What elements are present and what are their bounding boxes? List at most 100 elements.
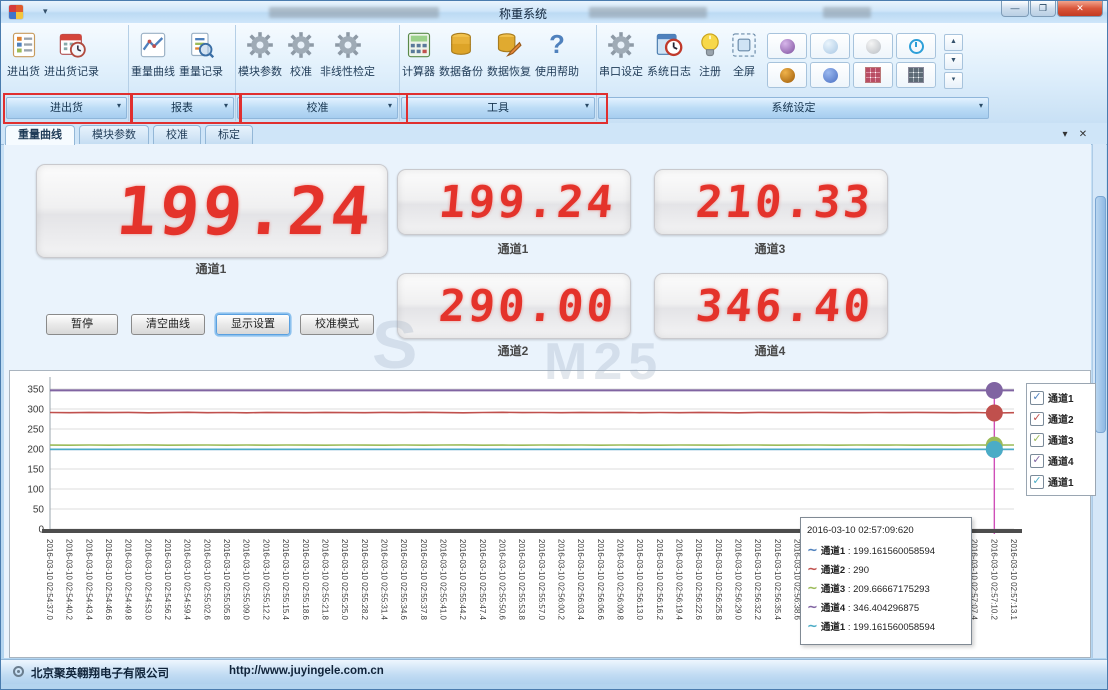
legend-item-ch2[interactable]: ✓通道2 [1030, 408, 1092, 429]
button-calibrate[interactable]: 校准 [284, 28, 318, 96]
button-goods-inout[interactable]: 进出货 [5, 28, 42, 96]
button-weight-curve[interactable]: 重量曲线 [129, 28, 177, 96]
quick-access-dropdown-icon[interactable]: ▾ [43, 6, 48, 17]
led-label-ch4: 通道4 [654, 342, 886, 359]
tab-module-params[interactable]: 模块参数 [79, 125, 149, 145]
display-settings-button[interactable]: 显示设置 [216, 314, 290, 335]
tab-close-icon[interactable]: ✕ [1075, 127, 1091, 142]
checkbox-icon[interactable]: ✓ [1030, 412, 1044, 426]
legend-item-ch1b[interactable]: ✓通道1 [1030, 471, 1092, 492]
button-fullscreen[interactable]: 全屏 [727, 28, 761, 96]
calibration-mode-button[interactable]: 校准模式 [300, 314, 374, 335]
legend-item-ch1[interactable]: ✓通道1 [1030, 387, 1092, 408]
led-value: 346.40 [694, 281, 888, 332]
app-icon[interactable] [9, 5, 23, 19]
x-axis-label: 2016-03-10 02:56:13.0 [635, 539, 643, 620]
button-module-params[interactable]: 模块参数 [236, 28, 284, 96]
tooltip-timestamp: 2016-03-10 02:57:09:620 [807, 525, 965, 536]
led-label-ch2: 通道2 [397, 342, 629, 359]
theme-purple-button[interactable] [767, 33, 807, 59]
button-calculator[interactable]: 计算器 [400, 28, 437, 96]
button-linearity-check[interactable]: 非线性检定 [318, 28, 377, 96]
tab-scaling[interactable]: 标定 [205, 125, 253, 145]
legend-item-ch3[interactable]: ✓通道3 [1030, 429, 1092, 450]
blue-orb-icon [823, 68, 838, 83]
checkbox-icon[interactable]: ✓ [1030, 475, 1044, 489]
highlight-box-inout [3, 93, 133, 124]
scroll-up-icon[interactable]: ▲ [944, 34, 963, 51]
x-axis-label: 2016-03-10 02:56:35.4 [773, 539, 781, 620]
led-value: 210.33 [694, 177, 888, 228]
theme-orange-button[interactable] [767, 62, 807, 88]
scroll-down-icon[interactable]: ▼ [944, 53, 963, 70]
theme-silver-button[interactable] [853, 33, 893, 59]
tab-list-dropdown-icon[interactable]: ▾ [1057, 127, 1073, 142]
tab-calibrate[interactable]: 校准 [153, 125, 201, 145]
x-axis-label: 2016-03-10 02:55:50.6 [497, 539, 505, 620]
checkbox-icon[interactable]: ✓ [1030, 454, 1044, 468]
scrollbar-thumb[interactable] [1095, 196, 1106, 433]
tab-weight-curve[interactable]: 重量曲线 [5, 125, 75, 145]
company-url[interactable]: http://www.juyingele.com.cn [229, 665, 384, 677]
x-axis-label: 2016-03-10 02:57:10.2 [989, 539, 997, 620]
x-axis-label: 2016-03-10 02:56:19.4 [675, 539, 683, 620]
x-axis-label: 2016-03-10 02:54:49.8 [124, 539, 132, 620]
button-system-log[interactable]: 系统日志 [645, 28, 693, 96]
fullscreen-icon [729, 30, 759, 60]
x-axis-label: 2016-03-10 02:54:56.2 [163, 539, 171, 620]
x-axis-label: 2016-03-10 02:57:13.1 [1009, 539, 1017, 620]
gear-icon [606, 30, 636, 60]
x-axis-label: 2016-03-10 02:56:06.6 [596, 539, 604, 620]
button-serial-settings[interactable]: 串口设定 [597, 28, 645, 96]
tooltip-row: ∼通道3 : 209.66667175293 [807, 578, 965, 597]
theme-lightblue-button[interactable] [810, 33, 850, 59]
main-content: S M25 199.24 通道1 199.24 通道1 210.33 通道3 2… [4, 144, 1091, 658]
status-icon [13, 666, 24, 677]
lightblue-orb-icon [823, 39, 838, 54]
document-search-icon [186, 30, 216, 60]
theme-blue-button[interactable] [810, 62, 850, 88]
pause-button[interactable]: 暂停 [46, 314, 118, 335]
ribbon-group-system: 串口设定 系统日志 注册 全屏 ▲ [597, 25, 995, 121]
y-axis-tick: 100 [27, 485, 44, 496]
button-data-backup[interactable]: 数据备份 [437, 28, 485, 96]
silver-orb-icon [866, 39, 881, 54]
title-bar: ▾ 称重系统 — ❐ ✕ [1, 1, 1107, 24]
button-register[interactable]: 注册 [693, 28, 727, 96]
more-options-icon[interactable]: ▾ [944, 72, 963, 89]
x-axis-label: 2016-03-10 02:54:43.4 [84, 539, 92, 620]
ribbon-scroll-column: ▲ ▼ ▾ [944, 34, 963, 89]
x-axis-label: 2016-03-10 02:55:57.0 [537, 539, 545, 620]
layout-gray-button[interactable] [896, 62, 936, 88]
series-line-通道2 [50, 412, 1014, 413]
x-axis-label: 2016-03-10 02:55:53.8 [517, 539, 525, 620]
gear-icon [245, 30, 275, 60]
x-axis-label: 2016-03-10 02:54:46.6 [104, 539, 112, 620]
gear-icon [286, 30, 316, 60]
theme-clock-button[interactable] [896, 33, 936, 59]
list-icon [9, 30, 39, 60]
x-axis-label: 2016-03-10 02:55:37.8 [419, 539, 427, 620]
calendar-record-icon [57, 30, 87, 60]
checkbox-icon[interactable]: ✓ [1030, 433, 1044, 447]
button-data-restore[interactable]: 数据恢复 [485, 28, 533, 96]
clear-curve-button[interactable]: 清空曲线 [131, 314, 205, 335]
led-label-ch3: 通道3 [654, 240, 886, 257]
ribbon-header-system[interactable]: 系统设定 [598, 97, 989, 119]
restore-button[interactable]: ❐ [1030, 1, 1056, 17]
button-inout-records[interactable]: 进出货记录 [42, 28, 101, 96]
close-button[interactable]: ✕ [1057, 1, 1103, 17]
legend-item-ch4[interactable]: ✓通道4 [1030, 450, 1092, 471]
button-weight-records[interactable]: 重量记录 [177, 28, 225, 96]
company-name: 北京聚英翱翔电子有限公司 [31, 665, 169, 681]
minimize-button[interactable]: — [1001, 1, 1029, 17]
log-clock-icon [654, 30, 684, 60]
x-axis-label: 2016-03-10 02:54:37.0 [45, 539, 53, 620]
button-help[interactable]: 使用帮助 [533, 28, 581, 96]
weight-curve-chart[interactable]: 050100150200250300350 [10, 371, 1090, 537]
checkbox-icon[interactable]: ✓ [1030, 391, 1044, 405]
x-axis-label: 2016-03-10 02:55:05.8 [222, 539, 230, 620]
y-axis-tick: 50 [33, 505, 45, 516]
cursor-dot-通道4 [986, 382, 1003, 399]
layout-pink-button[interactable] [853, 62, 893, 88]
